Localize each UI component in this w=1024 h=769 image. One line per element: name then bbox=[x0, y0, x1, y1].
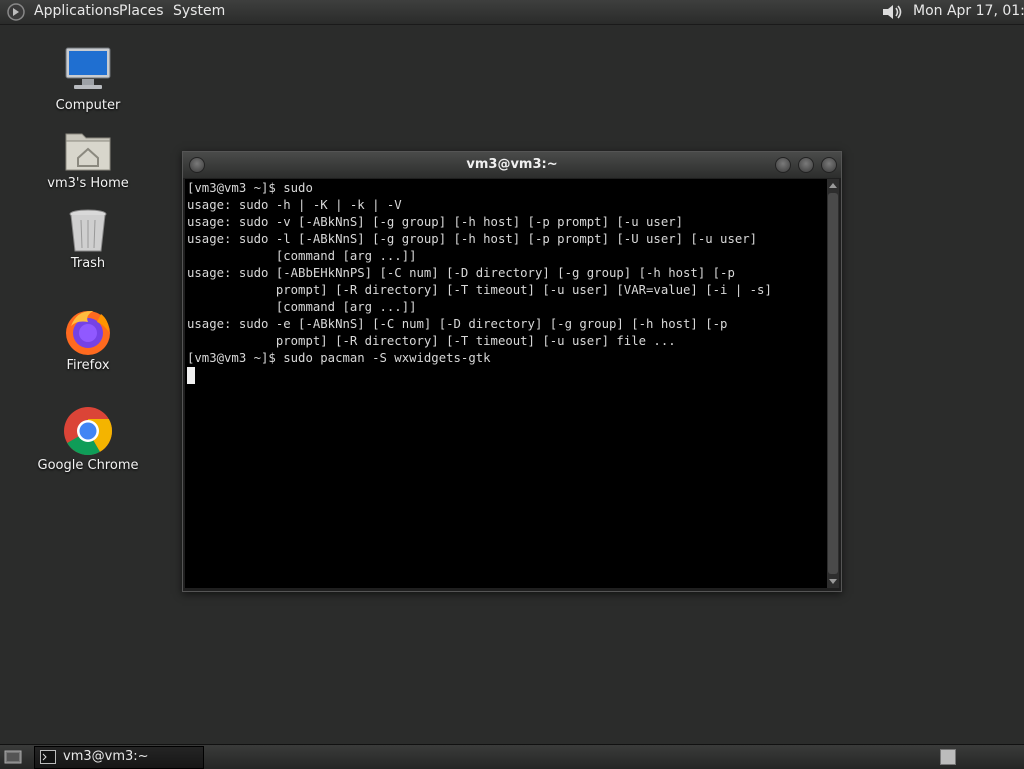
terminal-line: [command [arg ...]] bbox=[187, 300, 417, 314]
terminal-line: usage: sudo -e [-ABkNnS] [-C num] [-D di… bbox=[187, 317, 728, 331]
bottom-panel: vm3@vm3:~ bbox=[0, 744, 1024, 769]
desktop-icon-trash[interactable]: Trash bbox=[28, 208, 148, 271]
workspace-switcher[interactable] bbox=[940, 749, 956, 765]
desktop-icon-chrome[interactable]: Google Chrome bbox=[28, 406, 148, 473]
taskbar-window-button[interactable]: vm3@vm3:~ bbox=[34, 746, 204, 769]
terminal-line: [vm3@vm3 ~]$ sudo pacman -S wxwidgets-gt… bbox=[187, 351, 491, 365]
terminal-line: usage: sudo -v [-ABkNnS] [-g group] [-h … bbox=[187, 215, 684, 229]
terminal-line: usage: sudo -l [-ABkNnS] [-g group] [-h … bbox=[187, 232, 758, 246]
terminal-cursor bbox=[187, 367, 195, 384]
desktop-icon-label: Google Chrome bbox=[37, 458, 139, 473]
desktop-icon-label: Computer bbox=[55, 98, 121, 113]
terminal-line: prompt] [-R directory] [-T timeout] [-u … bbox=[187, 283, 772, 297]
top-panel: Applications Places System Mon Apr 17, 0… bbox=[0, 0, 1024, 25]
show-desktop-icon[interactable] bbox=[4, 748, 22, 766]
places-menu[interactable]: Places bbox=[119, 3, 164, 19]
desktop-icon-label: Trash bbox=[70, 256, 106, 271]
terminal-icon bbox=[40, 750, 56, 764]
terminal-line: prompt] [-R directory] [-T timeout] [-u … bbox=[187, 334, 676, 348]
terminal-line: [vm3@vm3 ~]$ sudo bbox=[187, 181, 313, 195]
scrollbar-thumb[interactable] bbox=[828, 193, 838, 574]
window-title: vm3@vm3:~ bbox=[466, 157, 558, 172]
maximize-button[interactable] bbox=[798, 157, 814, 173]
terminal-window[interactable]: vm3@vm3:~ [vm3@vm3 ~]$ sudo usage: sudo … bbox=[182, 151, 842, 592]
firefox-icon bbox=[66, 310, 110, 355]
chrome-icon bbox=[64, 407, 113, 456]
scroll-up-arrow[interactable] bbox=[829, 183, 837, 188]
desktop-icon-label: Firefox bbox=[66, 358, 110, 373]
terminal-line: usage: sudo [-ABbEHkNnPS] [-C num] [-D d… bbox=[187, 266, 735, 280]
computer-icon bbox=[65, 47, 111, 89]
desktop-icon-label: vm3's Home bbox=[47, 176, 129, 191]
volume-icon[interactable] bbox=[880, 2, 904, 22]
trash-icon bbox=[69, 209, 107, 252]
terminal-scrollbar[interactable] bbox=[827, 179, 839, 588]
clock[interactable]: Mon Apr 17, 01:05 bbox=[913, 3, 1024, 19]
distro-logo-icon[interactable] bbox=[6, 2, 26, 22]
scroll-down-arrow[interactable] bbox=[829, 579, 837, 584]
terminal-output[interactable]: [vm3@vm3 ~]$ sudo usage: sudo -h | -K | … bbox=[185, 179, 827, 588]
applications-menu[interactable]: Applications bbox=[34, 3, 120, 19]
home-folder-icon bbox=[65, 133, 111, 171]
window-titlebar[interactable]: vm3@vm3:~ bbox=[183, 152, 841, 178]
terminal-line: usage: sudo -h | -K | -k | -V bbox=[187, 198, 402, 212]
desktop-icon-home[interactable]: vm3's Home bbox=[28, 126, 148, 191]
close-button[interactable] bbox=[821, 157, 837, 173]
desktop-icon-computer[interactable]: Computer bbox=[28, 44, 148, 113]
terminal-line: [command [arg ...]] bbox=[187, 249, 417, 263]
system-menu[interactable]: System bbox=[173, 3, 225, 19]
minimize-button[interactable] bbox=[775, 157, 791, 173]
desktop-icon-firefox[interactable]: Firefox bbox=[28, 306, 148, 373]
taskbar-window-label: vm3@vm3:~ bbox=[63, 749, 149, 764]
